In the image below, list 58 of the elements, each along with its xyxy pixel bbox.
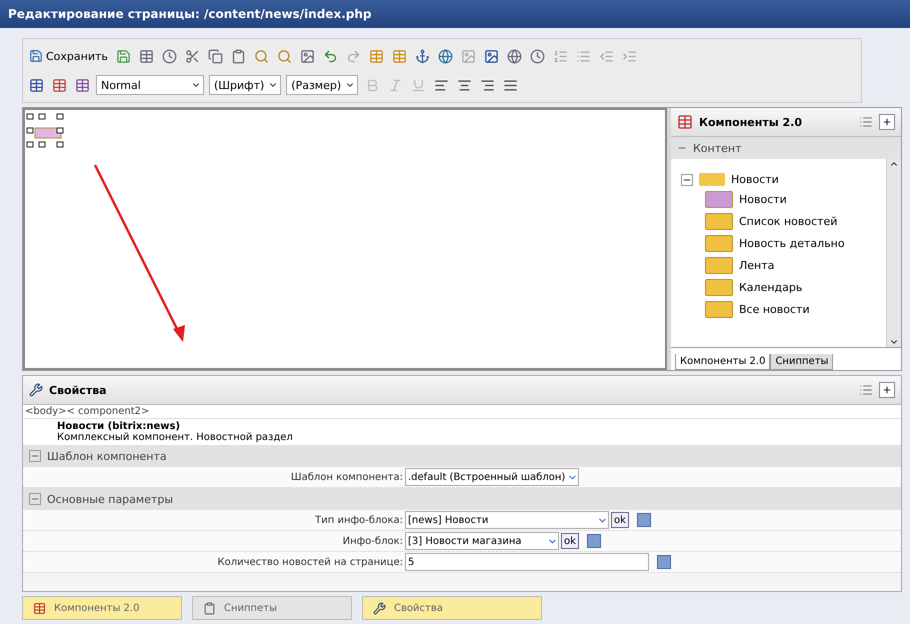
group-title: Шаблон компонента bbox=[47, 450, 167, 462]
group-title: Основные параметры bbox=[47, 492, 174, 506]
section-header[interactable]: Контент bbox=[671, 137, 901, 159]
window-title: Редактирование страницы: /content/news/index.php bbox=[0, 0, 910, 28]
tree-item[interactable]: Календарь bbox=[681, 279, 882, 296]
plus-icon bbox=[882, 385, 892, 395]
wrench-icon bbox=[373, 602, 386, 614]
tree-item[interactable]: Список новостей bbox=[681, 213, 882, 230]
select-field[interactable]: [3] Новости магазина bbox=[405, 532, 559, 550]
param-label: Инфо-блок: bbox=[342, 536, 404, 546]
bottom-tab[interactable]: Свойства bbox=[362, 596, 542, 620]
pin-button[interactable] bbox=[879, 382, 895, 398]
group-header[interactable]: Шаблон компонента bbox=[23, 445, 901, 467]
size-select[interactable]: (Размер) bbox=[286, 75, 358, 95]
component-description: Комплексный компонент. Новостной раздел bbox=[57, 432, 294, 443]
param-label: Тип инфо-блока: bbox=[314, 514, 404, 526]
tree-folder[interactable]: Новости bbox=[681, 173, 882, 186]
group-header[interactable]: Основные параметры bbox=[23, 488, 901, 510]
globe-icon[interactable] bbox=[436, 47, 455, 65]
select-field[interactable]: .default (Встроенный шаблон) bbox=[405, 468, 579, 486]
section-title: Контент bbox=[693, 142, 742, 154]
font-select[interactable]: (Шрифт) bbox=[209, 75, 282, 95]
clock-icon[interactable] bbox=[528, 47, 547, 65]
tree-item[interactable]: Лента bbox=[681, 257, 882, 274]
wrench-icon bbox=[29, 383, 43, 397]
bottom-tab[interactable]: Сниппеты bbox=[192, 596, 352, 620]
clock-icon[interactable] bbox=[160, 47, 179, 65]
param-label: Количество новостей на странице: bbox=[216, 556, 404, 568]
bottom-tab[interactable]: Компоненты 2.0 bbox=[22, 596, 182, 620]
copy-icon[interactable] bbox=[206, 47, 225, 65]
style-select[interactable]: Normal bbox=[96, 75, 204, 95]
panel-title: Свойства bbox=[49, 384, 108, 396]
folder-label: Новости bbox=[731, 173, 779, 186]
panel-tab[interactable]: Компоненты 2.0 bbox=[675, 354, 770, 370]
tree-item[interactable]: Новости bbox=[681, 191, 882, 208]
menu-icon[interactable] bbox=[859, 115, 873, 129]
scrollbar[interactable] bbox=[886, 159, 901, 347]
tree-item[interactable]: Все новости bbox=[681, 301, 882, 318]
select-field[interactable]: [news] Новости bbox=[405, 511, 609, 529]
plus-icon bbox=[882, 117, 892, 127]
param-label: Шаблон компонента: bbox=[290, 472, 404, 482]
ok-button[interactable]: ok bbox=[561, 533, 579, 549]
panel-tab[interactable]: Сниппеты bbox=[770, 354, 834, 370]
globe-icon[interactable] bbox=[506, 47, 524, 65]
ok-button[interactable]: ok bbox=[611, 512, 629, 528]
pin-button[interactable] bbox=[879, 114, 895, 130]
folder-icon bbox=[699, 173, 725, 186]
collapse-icon[interactable] bbox=[681, 174, 693, 186]
breadcrumb: <body>< component2> bbox=[23, 405, 901, 418]
clipboard-icon bbox=[203, 602, 216, 614]
component-placeholder-drawing[interactable] bbox=[26, 114, 64, 148]
save-button[interactable]: Сохранить bbox=[27, 47, 110, 65]
tree-item[interactable]: Новость детально bbox=[681, 235, 882, 252]
component-name: Новости (bitrix:news) bbox=[57, 421, 182, 432]
save-icon bbox=[29, 49, 43, 63]
text-field[interactable]: 5 bbox=[405, 553, 649, 571]
menu-icon[interactable] bbox=[859, 383, 873, 397]
panel-title: Компоненты 2.0 bbox=[699, 116, 803, 128]
